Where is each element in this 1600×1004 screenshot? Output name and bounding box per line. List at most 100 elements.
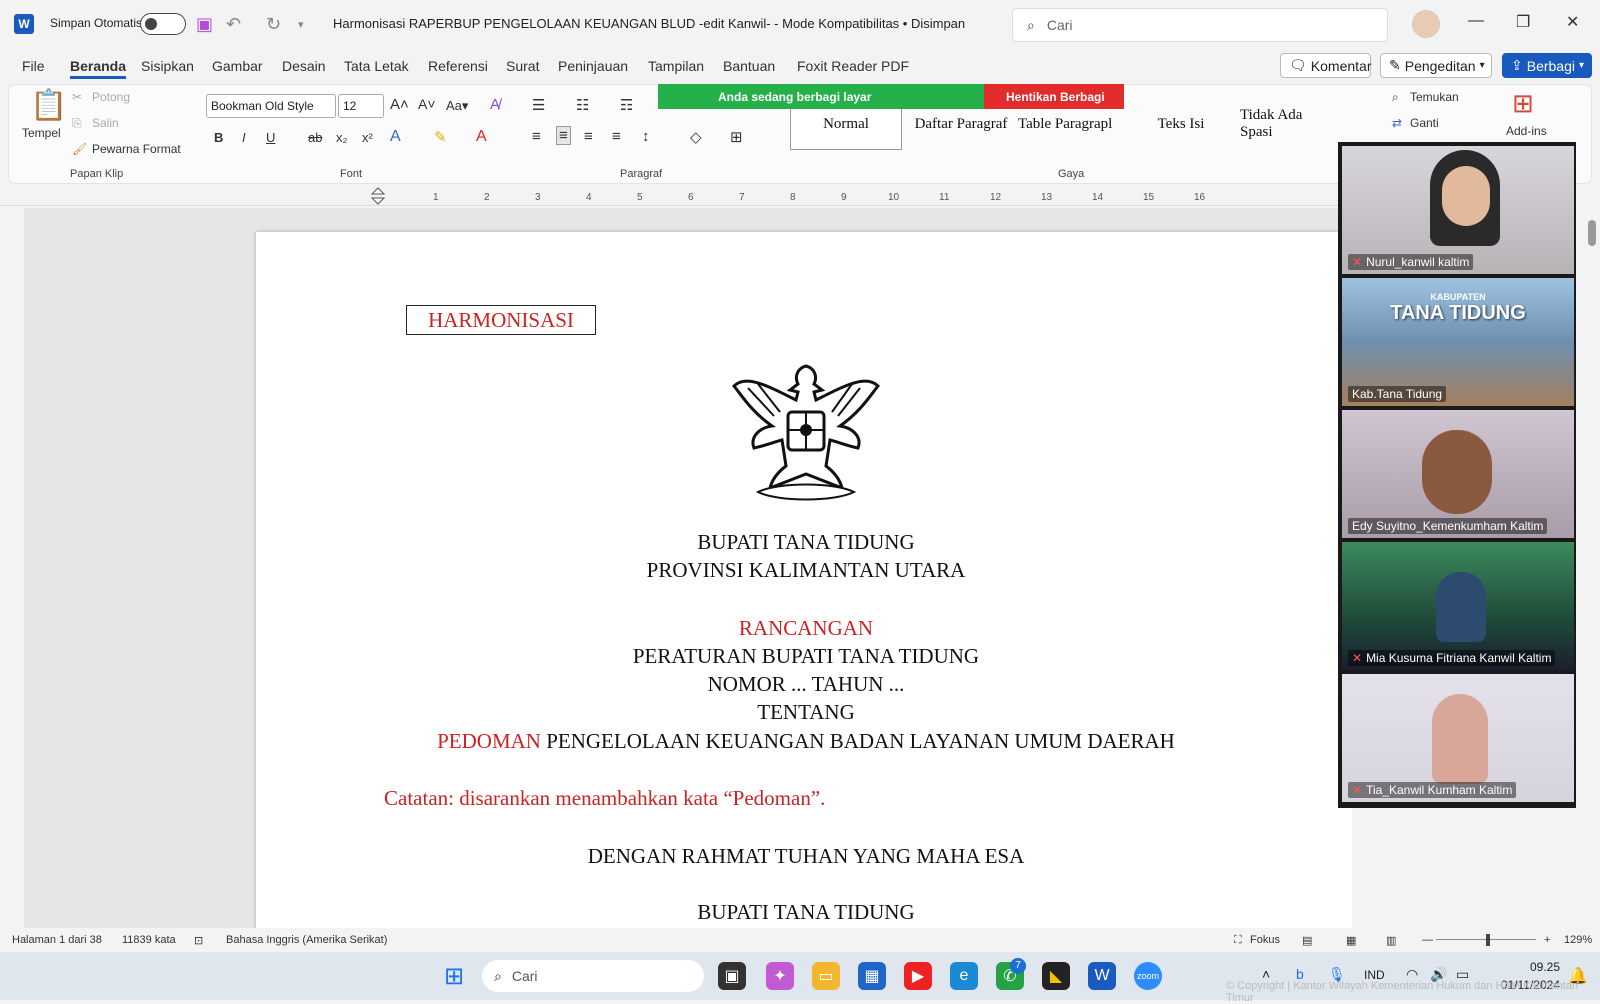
customize-toolbar-icon[interactable]: ▾ [298,18,304,31]
bold-icon[interactable]: B [214,130,223,145]
highlight-icon[interactable]: ✎ [434,128,447,146]
copy-icon[interactable]: ⎘ [72,116,82,131]
start-menu-icon[interactable]: ⊞ [440,962,468,990]
format-painter-button[interactable]: Pewarna Format [92,142,181,156]
align-left-icon[interactable]: ≡ [532,128,541,145]
tab-home[interactable]: Beranda [70,58,127,79]
align-right-icon[interactable]: ≡ [584,128,593,145]
search-input[interactable]: ⌕ Cari [1012,8,1388,42]
tab-insert[interactable]: Sisipkan [141,58,194,74]
zoom-slider-thumb[interactable] [1486,934,1490,946]
focus-mode[interactable]: Fokus [1250,934,1280,946]
italic-icon[interactable]: I [242,130,246,145]
tab-help[interactable]: Bantuan [723,58,775,74]
line-spacing-icon[interactable]: ↕ [642,128,650,145]
style-no-spacing[interactable]: Tidak Ada Spasi [1240,98,1334,150]
style-body-text[interactable]: Teks Isi [1134,98,1228,150]
zoom-in-icon[interactable]: + [1544,934,1550,946]
tab-foxit[interactable]: Foxit Reader PDF [797,58,909,74]
scroll-thumb[interactable] [1588,220,1596,246]
page-count[interactable]: Halaman 1 dari 38 [12,934,102,946]
redo-icon[interactable]: ↻ [266,14,281,35]
shrink-font-icon[interactable]: A˅ [418,96,436,112]
vertical-ruler[interactable] [0,208,20,928]
tab-layout[interactable]: Tata Letak [344,58,409,74]
tab-view[interactable]: Tampilan [648,58,704,74]
font-name-select[interactable]: Bookman Old Style [206,94,336,118]
zoom-app-icon[interactable]: zoom [1134,962,1162,990]
taskbar-search[interactable]: ⌕ Cari [482,960,704,992]
grow-font-icon[interactable]: A˄ [390,96,409,113]
word-count[interactable]: 11839 kata [122,934,176,946]
bullets-icon[interactable]: ☰ [532,96,545,114]
strikethrough-icon[interactable]: ab [308,130,322,145]
replace-button[interactable]: Ganti [1410,116,1439,130]
change-case-icon[interactable]: Aa▾ [446,98,468,114]
participant-tile[interactable]: ✕ Mia Kusuma Fitriana Kanwil Kaltim [1342,542,1574,670]
participant-tile[interactable]: Edy Suyitno_Kemenkumham Kaltim [1342,410,1574,538]
share-button[interactable]: ⇪ Berbagi ▾ [1502,53,1592,78]
read-mode-icon[interactable]: ▤ [1302,934,1312,947]
replace-icon[interactable]: ⇄ [1392,116,1402,130]
comment-button[interactable]: 🗨 Komentar [1280,53,1371,78]
font-color-icon[interactable]: A [476,128,487,146]
file-explorer-icon[interactable]: ▭ [812,962,840,990]
font-size-select[interactable]: 12 [338,94,384,118]
indent-marker[interactable] [370,187,386,205]
vertical-scrollbar[interactable] [1586,210,1598,924]
proofing-icon[interactable]: ⊡ [194,934,203,947]
cut-button[interactable]: Potong [92,90,130,104]
close-icon[interactable]: ✕ [1566,12,1579,32]
participant-tile[interactable]: ✕ Nurul_kanwil kaltim [1342,146,1574,274]
video-gallery[interactable]: ✕ Nurul_kanwil kaltim KABUPATEN TANA TIDU… [1338,142,1576,808]
clear-formatting-icon[interactable]: A̸ [490,96,500,113]
screen-share-status[interactable]: Anda sedang berbagi layar [658,84,984,109]
print-layout-icon[interactable]: ▦ [1346,934,1356,947]
focus-icon[interactable]: ⛶ [1234,934,1242,947]
tab-draw[interactable]: Gambar [212,58,263,74]
multilevel-list-icon[interactable]: ☶ [620,96,633,114]
save-icon[interactable]: ▣ [196,14,213,35]
zoom-level[interactable]: 129% [1564,934,1592,946]
align-center-icon[interactable]: ≡ [556,126,571,145]
superscript-icon[interactable]: x² [362,130,373,145]
horizontal-ruler[interactable]: 1 2 3 4 5 6 7 8 9 10 11 12 13 14 15 16 [0,186,1340,206]
participant-tile[interactable]: KABUPATEN TANA TIDUNG Kab.Tana Tidung [1342,278,1574,406]
sticky-notes-icon[interactable]: ◣ [1042,962,1070,990]
paste-button[interactable]: Tempel [22,126,61,140]
justify-icon[interactable]: ≡ [612,128,621,145]
zoom-out-icon[interactable]: — [1422,934,1433,946]
youtube-icon[interactable]: ▶ [904,962,932,990]
addins-button[interactable]: Add-ins [1506,124,1547,138]
word-taskbar-icon[interactable]: W [1088,962,1116,990]
copy-button[interactable]: Salin [92,116,119,130]
edge-icon[interactable]: e [950,962,978,990]
find-icon[interactable]: ⌕ [1392,90,1399,105]
paste-icon[interactable]: 📋 [30,88,67,123]
autosave-toggle[interactable] [140,13,186,35]
document-title[interactable]: Harmonisasi RAPERBUP PENGELOLAAN KEUANGA… [333,16,965,31]
cut-icon[interactable]: ✂ [72,90,82,104]
find-button[interactable]: Temukan [1410,90,1459,104]
tab-file[interactable]: File [22,58,45,74]
language-status[interactable]: Bahasa Inggris (Amerika Serikat) [226,934,387,946]
document-page[interactable]: HARMONISASI BUPATI TANA TIDUNG PROVINSI … [256,232,1352,928]
underline-icon[interactable]: U [266,130,275,145]
undo-icon[interactable]: ↶ [226,14,241,35]
text-effects-icon[interactable]: A [390,128,401,146]
copilot-icon[interactable]: ✦ [766,962,794,990]
task-view-icon[interactable]: ▣ [718,962,746,990]
restore-icon[interactable]: ❐ [1516,12,1530,32]
tab-mailings[interactable]: Surat [506,58,539,74]
participant-tile[interactable]: ✕ Tia_Kanwil Kumham Kaltim [1342,674,1574,802]
borders-icon[interactable]: ⊞ [730,128,743,146]
user-avatar[interactable] [1412,10,1440,38]
numbering-icon[interactable]: ☷ [576,96,589,114]
web-layout-icon[interactable]: ▥ [1386,934,1396,947]
subscript-icon[interactable]: x₂ [336,130,348,145]
editing-mode-button[interactable]: ✎ Pengeditan ▾ [1380,53,1492,78]
format-painter-icon[interactable]: 🖌 [72,142,87,156]
store-icon[interactable]: ▦ [858,962,886,990]
stop-sharing-button[interactable]: Hentikan Berbagi [984,84,1124,109]
addins-icon[interactable]: ⊞ [1512,88,1534,119]
